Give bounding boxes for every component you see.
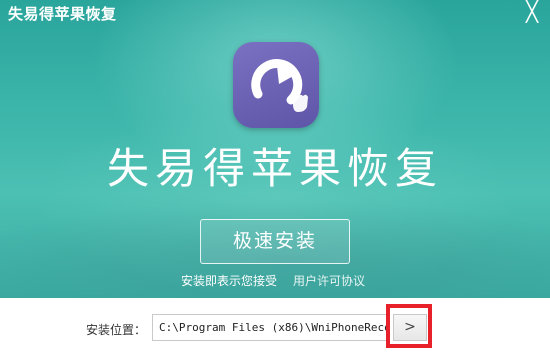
- install-path-field[interactable]: C:\Program Files (x86)\WniPhoneRecover: [152, 314, 387, 341]
- window-title: 失易得苹果恢复: [8, 5, 117, 23]
- fast-install-button[interactable]: 极速安装: [200, 219, 350, 264]
- app-logo: [233, 42, 319, 128]
- install-location-label: 安装位置：: [86, 323, 147, 337]
- close-icon[interactable]: ╳: [523, 1, 541, 21]
- agreement-text: 安装即表示您接受: [181, 274, 278, 288]
- app-name: 失易得苹果恢复: [106, 144, 443, 193]
- install-location-bar: 安装位置： C:\Program Files (x86)\WniPhoneRec…: [0, 298, 550, 360]
- recovery-arrow-icon: [251, 59, 308, 112]
- license-agreement-link[interactable]: 用户许可协议: [293, 272, 365, 289]
- highlight-box: [386, 304, 432, 348]
